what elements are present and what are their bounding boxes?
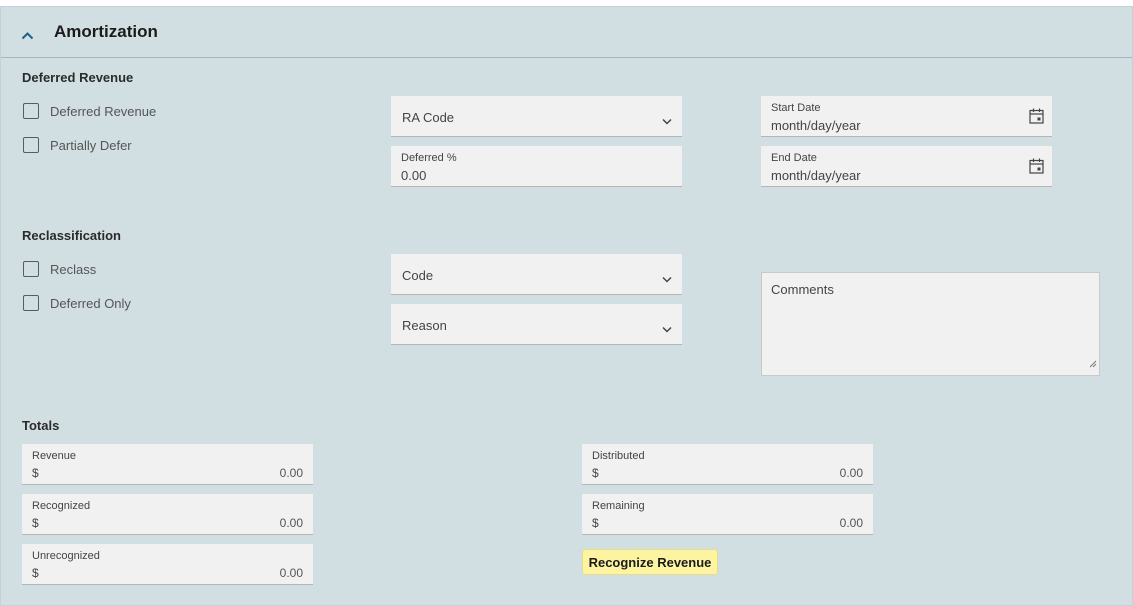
resize-grip-icon[interactable] bbox=[1089, 355, 1097, 373]
deferred-only-checkbox-label: Deferred Only bbox=[50, 296, 131, 311]
recognized-label: Recognized bbox=[32, 500, 91, 512]
currency-symbol: $ bbox=[592, 466, 599, 480]
currency-symbol: $ bbox=[32, 466, 39, 480]
remaining-total-field: Remaining $ 0.00 bbox=[582, 494, 873, 535]
reclassification-section-title: Reclassification bbox=[22, 228, 121, 243]
end-date-placeholder: month/day/year bbox=[771, 168, 861, 183]
unrecognized-label: Unrecognized bbox=[32, 550, 100, 562]
recognize-revenue-button[interactable]: Recognize Revenue bbox=[582, 549, 718, 575]
calendar-icon[interactable] bbox=[1029, 158, 1044, 179]
chevron-down-icon bbox=[662, 320, 672, 338]
code-label: Code bbox=[402, 268, 434, 283]
calendar-icon[interactable] bbox=[1029, 108, 1044, 129]
distributed-value: 0.00 bbox=[839, 466, 863, 480]
comments-textarea[interactable]: Comments bbox=[761, 272, 1100, 376]
totals-section-title: Totals bbox=[22, 418, 60, 433]
partially-defer-checkbox[interactable] bbox=[23, 137, 39, 153]
start-date-placeholder: month/day/year bbox=[771, 118, 861, 133]
end-date-field[interactable]: End Date month/day/year bbox=[761, 146, 1052, 187]
comments-label: Comments bbox=[771, 282, 834, 297]
deferred-revenue-checkbox-label: Deferred Revenue bbox=[50, 104, 157, 119]
recognized-total-field: Recognized $ 0.00 bbox=[22, 494, 313, 535]
start-date-field[interactable]: Start Date month/day/year bbox=[761, 96, 1052, 137]
deferred-revenue-section-title: Deferred Revenue bbox=[22, 70, 134, 85]
revenue-label: Revenue bbox=[32, 450, 77, 462]
recognized-value: 0.00 bbox=[279, 516, 303, 530]
remaining-label: Remaining bbox=[592, 500, 645, 512]
code-select[interactable]: Code bbox=[391, 254, 682, 295]
deferred-percent-value: 0.00 bbox=[401, 168, 427, 183]
unrecognized-total-field: Unrecognized $ 0.00 bbox=[22, 544, 313, 585]
deferred-revenue-checkbox[interactable] bbox=[23, 103, 39, 119]
chevron-up-icon[interactable] bbox=[21, 27, 34, 45]
currency-symbol: $ bbox=[32, 566, 39, 580]
deferred-only-checkbox[interactable] bbox=[23, 295, 39, 311]
chevron-down-icon bbox=[662, 112, 672, 130]
chevron-down-icon bbox=[662, 270, 672, 288]
unrecognized-value: 0.00 bbox=[279, 566, 303, 580]
amortization-panel: Amortization Deferred Revenue Deferred R… bbox=[0, 6, 1133, 606]
reason-label: Reason bbox=[402, 318, 447, 333]
reclass-checkbox-label: Reclass bbox=[50, 262, 97, 277]
end-date-label: End Date bbox=[771, 152, 817, 164]
remaining-value: 0.00 bbox=[839, 516, 863, 530]
distributed-label: Distributed bbox=[592, 450, 645, 462]
panel-header[interactable]: Amortization bbox=[1, 7, 1132, 58]
revenue-total-field: Revenue $ 0.00 bbox=[22, 444, 313, 485]
ra-code-label: RA Code bbox=[402, 110, 455, 125]
distributed-total-field: Distributed $ 0.00 bbox=[582, 444, 873, 485]
start-date-label: Start Date bbox=[771, 102, 821, 114]
reason-select[interactable]: Reason bbox=[391, 304, 682, 345]
partially-defer-checkbox-label: Partially Defer bbox=[50, 138, 132, 153]
deferred-percent-label: Deferred % bbox=[401, 152, 457, 164]
currency-symbol: $ bbox=[592, 516, 599, 530]
deferred-percent-field[interactable]: Deferred % 0.00 bbox=[391, 146, 682, 187]
currency-symbol: $ bbox=[32, 516, 39, 530]
revenue-value: 0.00 bbox=[279, 466, 303, 480]
panel-title: Amortization bbox=[54, 22, 158, 41]
ra-code-select[interactable]: RA Code bbox=[391, 96, 682, 137]
reclass-checkbox[interactable] bbox=[23, 261, 39, 277]
